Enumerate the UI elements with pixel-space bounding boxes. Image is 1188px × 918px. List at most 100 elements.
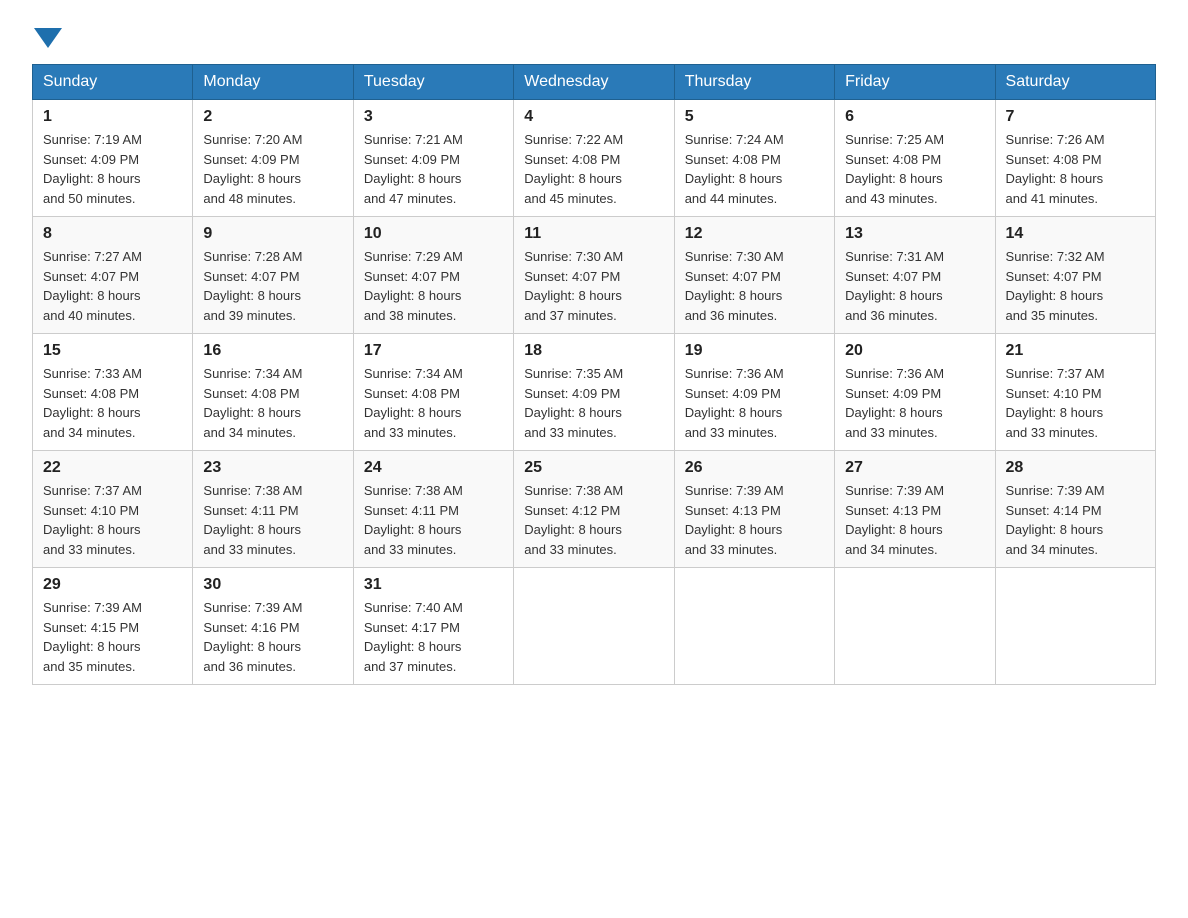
day-number: 5 xyxy=(685,108,824,126)
day-number: 30 xyxy=(203,576,342,594)
calendar-cell: 19 Sunrise: 7:36 AM Sunset: 4:09 PM Dayl… xyxy=(674,334,834,451)
day-number: 18 xyxy=(524,342,663,360)
calendar-cell: 29 Sunrise: 7:39 AM Sunset: 4:15 PM Dayl… xyxy=(33,568,193,685)
day-number: 19 xyxy=(685,342,824,360)
logo xyxy=(32,24,62,44)
logo-arrow-icon xyxy=(34,28,62,48)
day-info: Sunrise: 7:34 AM Sunset: 4:08 PM Dayligh… xyxy=(203,364,342,442)
weekday-header-row: SundayMondayTuesdayWednesdayThursdayFrid… xyxy=(33,65,1156,100)
calendar-cell: 10 Sunrise: 7:29 AM Sunset: 4:07 PM Dayl… xyxy=(353,217,513,334)
calendar-cell: 23 Sunrise: 7:38 AM Sunset: 4:11 PM Dayl… xyxy=(193,451,353,568)
day-info: Sunrise: 7:34 AM Sunset: 4:08 PM Dayligh… xyxy=(364,364,503,442)
calendar-cell: 18 Sunrise: 7:35 AM Sunset: 4:09 PM Dayl… xyxy=(514,334,674,451)
calendar-week-row: 22 Sunrise: 7:37 AM Sunset: 4:10 PM Dayl… xyxy=(33,451,1156,568)
calendar-cell xyxy=(835,568,995,685)
day-info: Sunrise: 7:36 AM Sunset: 4:09 PM Dayligh… xyxy=(845,364,984,442)
day-info: Sunrise: 7:26 AM Sunset: 4:08 PM Dayligh… xyxy=(1006,130,1145,208)
day-info: Sunrise: 7:28 AM Sunset: 4:07 PM Dayligh… xyxy=(203,247,342,325)
day-number: 11 xyxy=(524,225,663,243)
day-number: 3 xyxy=(364,108,503,126)
calendar-cell: 9 Sunrise: 7:28 AM Sunset: 4:07 PM Dayli… xyxy=(193,217,353,334)
day-info: Sunrise: 7:38 AM Sunset: 4:11 PM Dayligh… xyxy=(203,481,342,559)
day-info: Sunrise: 7:38 AM Sunset: 4:11 PM Dayligh… xyxy=(364,481,503,559)
day-number: 22 xyxy=(43,459,182,477)
calendar-cell: 22 Sunrise: 7:37 AM Sunset: 4:10 PM Dayl… xyxy=(33,451,193,568)
day-info: Sunrise: 7:19 AM Sunset: 4:09 PM Dayligh… xyxy=(43,130,182,208)
calendar-cell: 5 Sunrise: 7:24 AM Sunset: 4:08 PM Dayli… xyxy=(674,100,834,217)
day-number: 10 xyxy=(364,225,503,243)
calendar-cell: 31 Sunrise: 7:40 AM Sunset: 4:17 PM Dayl… xyxy=(353,568,513,685)
day-info: Sunrise: 7:20 AM Sunset: 4:09 PM Dayligh… xyxy=(203,130,342,208)
day-number: 6 xyxy=(845,108,984,126)
calendar-cell: 21 Sunrise: 7:37 AM Sunset: 4:10 PM Dayl… xyxy=(995,334,1155,451)
calendar-week-row: 15 Sunrise: 7:33 AM Sunset: 4:08 PM Dayl… xyxy=(33,334,1156,451)
calendar-cell: 26 Sunrise: 7:39 AM Sunset: 4:13 PM Dayl… xyxy=(674,451,834,568)
day-info: Sunrise: 7:30 AM Sunset: 4:07 PM Dayligh… xyxy=(685,247,824,325)
calendar-cell: 30 Sunrise: 7:39 AM Sunset: 4:16 PM Dayl… xyxy=(193,568,353,685)
day-number: 12 xyxy=(685,225,824,243)
day-number: 2 xyxy=(203,108,342,126)
day-number: 13 xyxy=(845,225,984,243)
calendar-cell: 28 Sunrise: 7:39 AM Sunset: 4:14 PM Dayl… xyxy=(995,451,1155,568)
day-info: Sunrise: 7:30 AM Sunset: 4:07 PM Dayligh… xyxy=(524,247,663,325)
day-number: 28 xyxy=(1006,459,1145,477)
calendar-cell: 12 Sunrise: 7:30 AM Sunset: 4:07 PM Dayl… xyxy=(674,217,834,334)
weekday-header-monday: Monday xyxy=(193,65,353,100)
day-number: 23 xyxy=(203,459,342,477)
calendar-cell: 17 Sunrise: 7:34 AM Sunset: 4:08 PM Dayl… xyxy=(353,334,513,451)
calendar-cell: 24 Sunrise: 7:38 AM Sunset: 4:11 PM Dayl… xyxy=(353,451,513,568)
calendar-cell: 1 Sunrise: 7:19 AM Sunset: 4:09 PM Dayli… xyxy=(33,100,193,217)
calendar-cell xyxy=(514,568,674,685)
weekday-header-wednesday: Wednesday xyxy=(514,65,674,100)
day-number: 21 xyxy=(1006,342,1145,360)
day-number: 7 xyxy=(1006,108,1145,126)
day-info: Sunrise: 7:21 AM Sunset: 4:09 PM Dayligh… xyxy=(364,130,503,208)
day-number: 16 xyxy=(203,342,342,360)
calendar-cell: 15 Sunrise: 7:33 AM Sunset: 4:08 PM Dayl… xyxy=(33,334,193,451)
calendar-cell: 25 Sunrise: 7:38 AM Sunset: 4:12 PM Dayl… xyxy=(514,451,674,568)
calendar-cell: 14 Sunrise: 7:32 AM Sunset: 4:07 PM Dayl… xyxy=(995,217,1155,334)
day-info: Sunrise: 7:38 AM Sunset: 4:12 PM Dayligh… xyxy=(524,481,663,559)
day-number: 27 xyxy=(845,459,984,477)
calendar-cell: 13 Sunrise: 7:31 AM Sunset: 4:07 PM Dayl… xyxy=(835,217,995,334)
calendar-cell xyxy=(674,568,834,685)
day-info: Sunrise: 7:39 AM Sunset: 4:15 PM Dayligh… xyxy=(43,598,182,676)
calendar-cell: 16 Sunrise: 7:34 AM Sunset: 4:08 PM Dayl… xyxy=(193,334,353,451)
calendar-cell: 6 Sunrise: 7:25 AM Sunset: 4:08 PM Dayli… xyxy=(835,100,995,217)
calendar-cell: 7 Sunrise: 7:26 AM Sunset: 4:08 PM Dayli… xyxy=(995,100,1155,217)
weekday-header-tuesday: Tuesday xyxy=(353,65,513,100)
calendar-cell: 3 Sunrise: 7:21 AM Sunset: 4:09 PM Dayli… xyxy=(353,100,513,217)
day-info: Sunrise: 7:24 AM Sunset: 4:08 PM Dayligh… xyxy=(685,130,824,208)
day-info: Sunrise: 7:39 AM Sunset: 4:13 PM Dayligh… xyxy=(845,481,984,559)
calendar-cell: 20 Sunrise: 7:36 AM Sunset: 4:09 PM Dayl… xyxy=(835,334,995,451)
day-info: Sunrise: 7:36 AM Sunset: 4:09 PM Dayligh… xyxy=(685,364,824,442)
day-number: 4 xyxy=(524,108,663,126)
day-number: 17 xyxy=(364,342,503,360)
day-info: Sunrise: 7:39 AM Sunset: 4:16 PM Dayligh… xyxy=(203,598,342,676)
day-number: 25 xyxy=(524,459,663,477)
calendar-cell: 11 Sunrise: 7:30 AM Sunset: 4:07 PM Dayl… xyxy=(514,217,674,334)
calendar-cell: 2 Sunrise: 7:20 AM Sunset: 4:09 PM Dayli… xyxy=(193,100,353,217)
day-number: 8 xyxy=(43,225,182,243)
calendar-body: 1 Sunrise: 7:19 AM Sunset: 4:09 PM Dayli… xyxy=(33,100,1156,685)
weekday-header-thursday: Thursday xyxy=(674,65,834,100)
calendar-week-row: 8 Sunrise: 7:27 AM Sunset: 4:07 PM Dayli… xyxy=(33,217,1156,334)
page-header xyxy=(32,24,1156,44)
weekday-header-sunday: Sunday xyxy=(33,65,193,100)
day-info: Sunrise: 7:37 AM Sunset: 4:10 PM Dayligh… xyxy=(1006,364,1145,442)
day-info: Sunrise: 7:39 AM Sunset: 4:13 PM Dayligh… xyxy=(685,481,824,559)
calendar-header: SundayMondayTuesdayWednesdayThursdayFrid… xyxy=(33,65,1156,100)
day-info: Sunrise: 7:33 AM Sunset: 4:08 PM Dayligh… xyxy=(43,364,182,442)
day-number: 26 xyxy=(685,459,824,477)
logo-top xyxy=(32,24,62,44)
day-info: Sunrise: 7:39 AM Sunset: 4:14 PM Dayligh… xyxy=(1006,481,1145,559)
day-number: 31 xyxy=(364,576,503,594)
day-info: Sunrise: 7:29 AM Sunset: 4:07 PM Dayligh… xyxy=(364,247,503,325)
day-number: 20 xyxy=(845,342,984,360)
calendar-week-row: 29 Sunrise: 7:39 AM Sunset: 4:15 PM Dayl… xyxy=(33,568,1156,685)
weekday-header-friday: Friday xyxy=(835,65,995,100)
day-number: 14 xyxy=(1006,225,1145,243)
calendar-cell: 27 Sunrise: 7:39 AM Sunset: 4:13 PM Dayl… xyxy=(835,451,995,568)
day-info: Sunrise: 7:25 AM Sunset: 4:08 PM Dayligh… xyxy=(845,130,984,208)
day-number: 24 xyxy=(364,459,503,477)
